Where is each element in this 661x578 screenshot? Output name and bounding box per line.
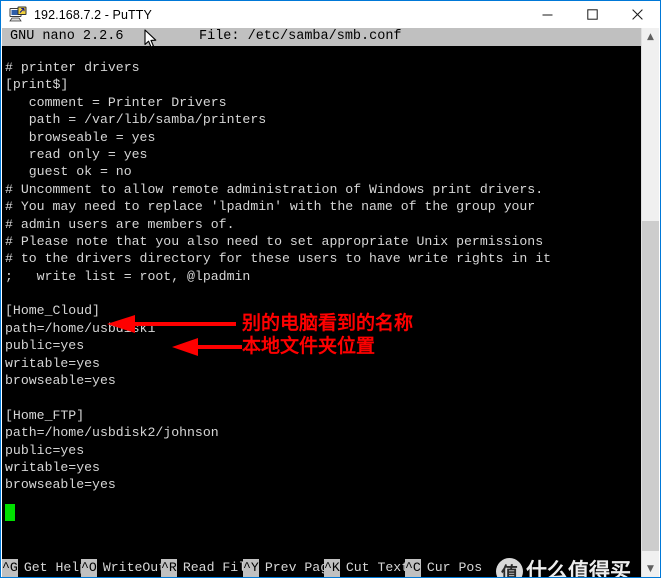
editor-line: browseable=yes bbox=[5, 477, 116, 493]
terminal-viewport[interactable]: GNU nano 2.2.6 File: /etc/samba/smb.conf… bbox=[2, 28, 642, 577]
vertical-scrollbar[interactable]: ▲ ▼ bbox=[641, 28, 659, 577]
editor-line: # Uncomment to allow remote administrati… bbox=[5, 181, 544, 197]
nano-shortcut-bar: ^G Get Help ^O WriteOut ^R Read File ^Y Prev Pa… bbox=[2, 559, 642, 577]
editor-line: # Please note that you also need to set … bbox=[5, 233, 544, 249]
editor-line: # printer drivers bbox=[5, 60, 140, 75]
nano-version-label: GNU nano 2.2.6 bbox=[10, 29, 124, 44]
putty-icon bbox=[9, 6, 27, 24]
nano-editor-text[interactable]: # printer drivers [print$] comment = Prin… bbox=[5, 59, 642, 494]
editor-line: [print$] bbox=[5, 77, 69, 93]
scroll-up-icon[interactable]: ▲ bbox=[642, 28, 659, 45]
shortcut-cur-pos[interactable]: ^C Cur Pos bbox=[405, 559, 482, 577]
local-folder-note: 本地文件夹位置 bbox=[242, 335, 376, 357]
shortcut-get-help[interactable]: ^G Get Help bbox=[2, 559, 87, 577]
editor-line: path=/home/usbdisk2/johnson bbox=[5, 425, 219, 441]
shortcut-writeout[interactable]: ^O WriteOut bbox=[81, 559, 166, 577]
shortcut-row-1: ^G Get Help ^O WriteOut ^R Read File ^Y Prev Pa… bbox=[2, 559, 642, 577]
scroll-down-icon[interactable]: ▼ bbox=[642, 560, 659, 577]
text-cursor bbox=[5, 504, 15, 521]
editor-line: ; write list = root, @lpadmin bbox=[5, 268, 251, 284]
editor-line: public=yes bbox=[5, 442, 85, 458]
shortcut-key: ^G bbox=[2, 559, 18, 577]
editor-line: # admin users are members of. bbox=[5, 216, 235, 232]
editor-line: guest ok = no bbox=[5, 164, 132, 180]
editor-line: browseable = yes bbox=[5, 129, 156, 145]
editor-line: browseable=yes bbox=[5, 373, 116, 389]
maximize-button[interactable] bbox=[570, 1, 615, 28]
editor-line: writable=yes bbox=[5, 459, 100, 475]
shortcut-read-file[interactable]: ^R Read File bbox=[161, 559, 254, 577]
window-title: 192.168.7.2 - PuTTY bbox=[34, 7, 152, 22]
shortcut-cut-text[interactable]: ^K Cut Text bbox=[324, 559, 409, 577]
shortcut-label: Get Help bbox=[23, 560, 88, 575]
mouse-pointer-icon bbox=[144, 29, 157, 48]
window-controls bbox=[525, 1, 660, 28]
nano-status-bar: GNU nano 2.2.6 File: /etc/samba/smb.conf bbox=[2, 28, 642, 46]
editor-line: # to the drivers directory for these use… bbox=[5, 251, 552, 267]
shortcut-key: ^Y bbox=[243, 559, 259, 577]
scrollbar-thumb[interactable] bbox=[642, 221, 659, 551]
shortcut-prev-page[interactable]: ^Y Prev Page bbox=[243, 559, 336, 577]
editor-line: read only = yes bbox=[5, 146, 148, 162]
editor-line: writable=yes bbox=[5, 355, 100, 371]
arrow-to-share-name-icon bbox=[107, 315, 236, 333]
minimize-button[interactable] bbox=[525, 1, 570, 28]
arrow-to-local-path-icon bbox=[172, 338, 242, 356]
editor-line: comment = Printer Drivers bbox=[5, 94, 227, 110]
editor-line: # You may need to replace 'lpadmin' with… bbox=[5, 199, 536, 215]
putty-window: 192.168.7.2 - PuTTY GNU nano 2.2.6 File:… bbox=[0, 0, 661, 578]
close-button[interactable] bbox=[615, 1, 660, 28]
window-titlebar[interactable]: 192.168.7.2 - PuTTY bbox=[1, 1, 660, 28]
shortcut-label: WriteOut bbox=[102, 560, 167, 575]
share-name-note: 别的电脑看到的名称 bbox=[242, 312, 414, 334]
shortcut-label: Cur Pos bbox=[426, 560, 483, 575]
shortcut-key: ^R bbox=[161, 559, 177, 577]
editor-line: [Home_FTP] bbox=[5, 407, 85, 423]
shortcut-key: ^C bbox=[405, 559, 421, 577]
shortcut-key: ^O bbox=[81, 559, 97, 577]
shortcut-key: ^K bbox=[324, 559, 340, 577]
editor-line: path = /var/lib/samba/printers bbox=[5, 112, 267, 128]
nano-file-label: File: /etc/samba/smb.conf bbox=[199, 29, 402, 44]
shortcut-label: Cut Text bbox=[345, 560, 410, 575]
